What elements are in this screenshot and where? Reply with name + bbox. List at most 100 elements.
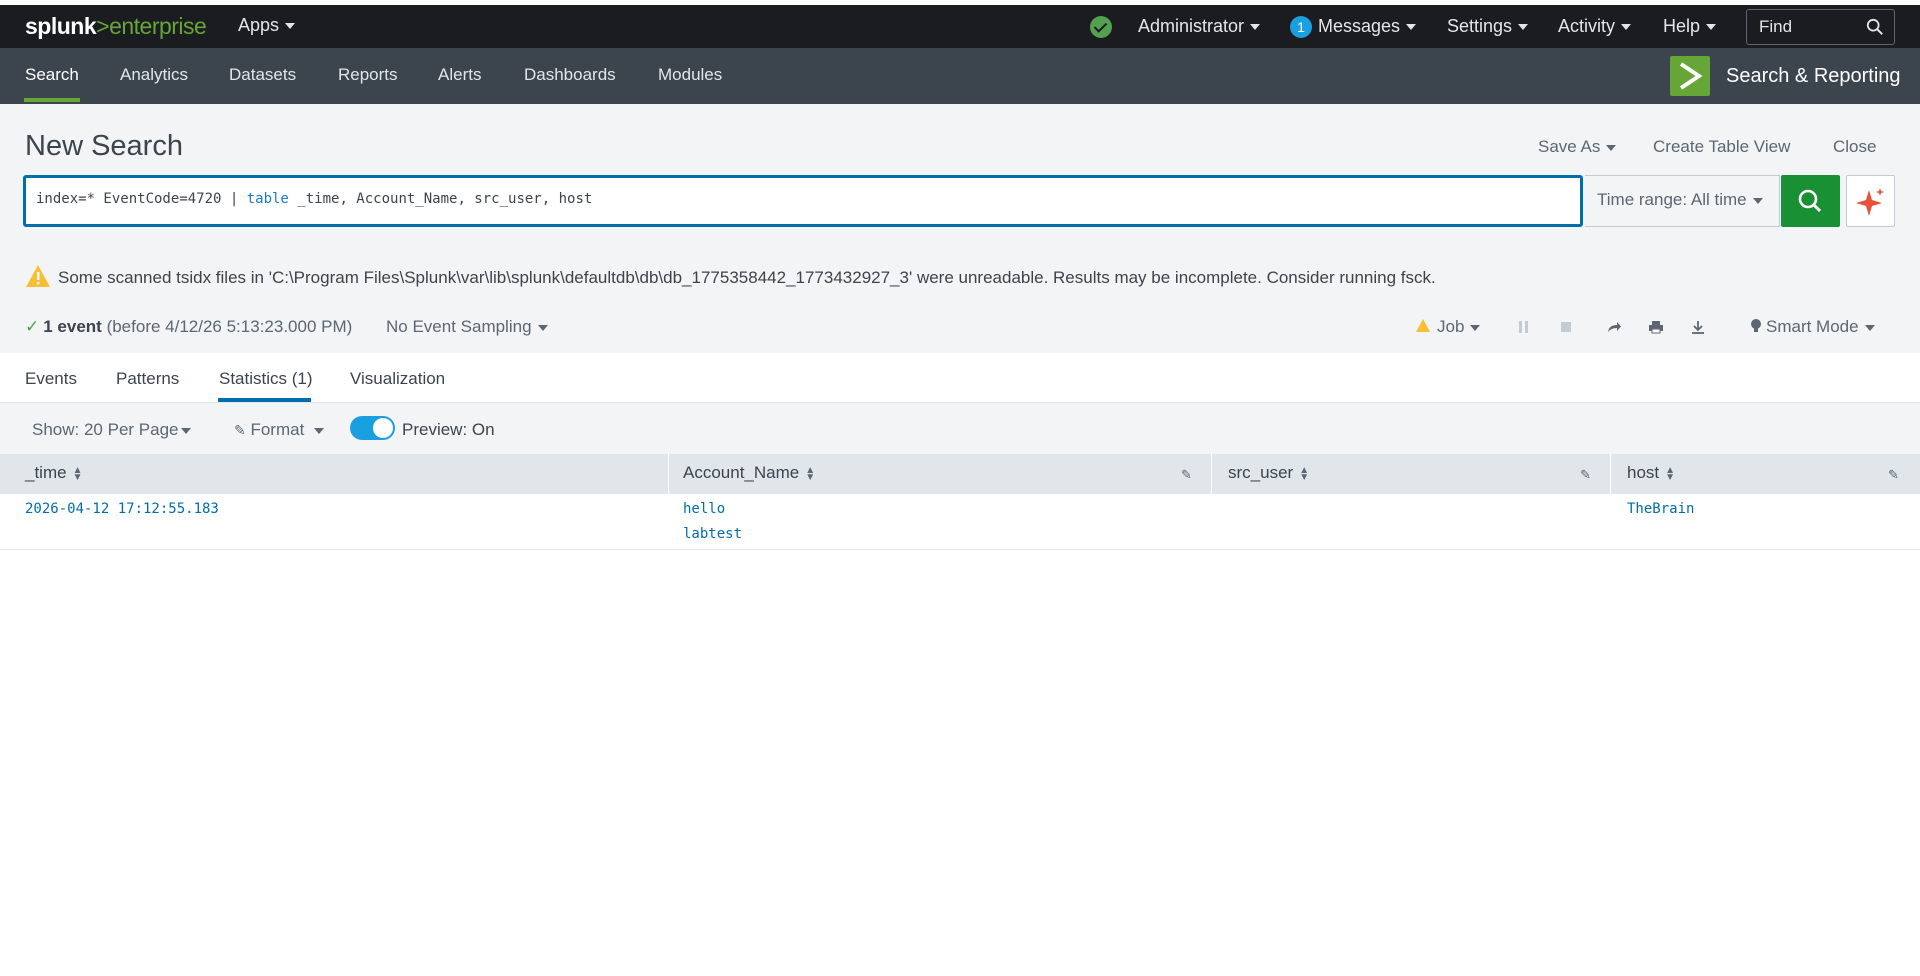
- tab-patterns[interactable]: Patterns: [116, 369, 179, 389]
- print-icon[interactable]: [1648, 320, 1664, 338]
- time-range-label: Time range: All time: [1597, 190, 1747, 209]
- edit-icon[interactable]: ✎: [1181, 467, 1192, 483]
- per-page-label: Show: 20 Per Page: [32, 420, 179, 439]
- sort-icon: ▲ ▼: [1665, 464, 1676, 483]
- results-toolbar: Show: 20 Per Page ✎ Format Preview: On: [0, 403, 1920, 453]
- logo-prefix: splunk: [25, 13, 97, 39]
- close-button[interactable]: Close: [1833, 137, 1876, 157]
- job-menu[interactable]: Job: [1415, 317, 1481, 337]
- tab-active-indicator: [218, 398, 311, 402]
- chevron-down-icon: [285, 23, 296, 30]
- chevron-down-icon: [537, 324, 548, 331]
- search-page: New Search Save As Create Table View Clo…: [0, 104, 1920, 914]
- apps-label: Apps: [238, 15, 280, 35]
- export-icon[interactable]: [1691, 320, 1705, 338]
- table-body: 2026-04-12 17:12:55.183 hello labtest Th…: [0, 494, 1920, 914]
- save-as-button[interactable]: Save As: [1538, 137, 1617, 157]
- top-bar: splunk>enterprise Apps Administrator 1 Me…: [0, 5, 1920, 48]
- nav-datasets[interactable]: Datasets: [229, 65, 296, 85]
- column-divider: [668, 454, 669, 494]
- chevron-down-icon: [1518, 23, 1529, 30]
- page-title: New Search: [25, 130, 183, 162]
- search-query-input[interactable]: index=* EventCode=4720 | table _time, Ac…: [23, 175, 1583, 227]
- column-divider: [1211, 454, 1212, 494]
- chevron-down-icon: [1250, 23, 1261, 30]
- messages-badge: 1: [1290, 15, 1312, 38]
- per-page-dropdown[interactable]: Show: 20 Per Page: [32, 420, 192, 440]
- page-footer-area: [0, 913, 1920, 976]
- search-button[interactable]: [1781, 175, 1840, 227]
- pause-icon[interactable]: [1518, 320, 1530, 338]
- column-divider: [1610, 454, 1611, 494]
- preview-toggle[interactable]: [350, 416, 395, 440]
- edit-icon[interactable]: ✎: [1580, 467, 1591, 483]
- stop-icon[interactable]: [1560, 320, 1572, 338]
- sparkle-icon: [1856, 188, 1884, 216]
- settings-menu[interactable]: Settings: [1447, 5, 1529, 48]
- logo-suffix: enterprise: [109, 13, 207, 39]
- time-range-picker[interactable]: Time range: All time: [1585, 175, 1780, 227]
- settings-label: Settings: [1447, 16, 1513, 36]
- account-value[interactable]: hello: [683, 497, 742, 522]
- cell-time[interactable]: 2026-04-12 17:12:55.183: [25, 497, 219, 522]
- column-label: Account_Name: [683, 463, 800, 482]
- column-header-account-name[interactable]: Account_Name ▲ ▼: [683, 454, 815, 494]
- event-count: 1 event: [43, 317, 102, 336]
- activity-menu[interactable]: Activity: [1558, 5, 1632, 48]
- nav-modules[interactable]: Modules: [658, 65, 722, 85]
- format-dropdown[interactable]: ✎ Format: [234, 420, 325, 440]
- sort-icon: ▲ ▼: [805, 464, 816, 483]
- warning-icon: [26, 265, 50, 287]
- brush-icon: ✎: [234, 422, 246, 438]
- search-icon: [1798, 189, 1822, 213]
- table-header: _time ▲ ▼ Account_Name ▲ ▼ ✎ src_user ▲ ▼ ✎ ho…: [0, 454, 1920, 494]
- query-text: index=* EventCode=4720 |: [36, 191, 247, 207]
- nav-reports[interactable]: Reports: [338, 65, 398, 85]
- column-header-host[interactable]: host ▲ ▼: [1627, 454, 1675, 494]
- event-sampling-dropdown[interactable]: No Event Sampling: [386, 317, 548, 337]
- search-icon[interactable]: [1866, 18, 1884, 36]
- ai-assistant-button[interactable]: [1846, 175, 1895, 227]
- job-status: ✓ 1 event (before 4/12/26 5:13:23.000 PM): [25, 317, 352, 337]
- logo-gt: >: [96, 13, 110, 39]
- tab-visualization[interactable]: Visualization: [350, 369, 445, 389]
- nav-search[interactable]: Search: [25, 65, 79, 85]
- warning-message: Some scanned tsidx files in 'C:\Program …: [58, 268, 1436, 287]
- column-label: _time: [25, 463, 67, 482]
- tab-events[interactable]: Events: [25, 369, 77, 389]
- find-input[interactable]: Find: [1746, 9, 1895, 45]
- account-value[interactable]: labtest: [683, 522, 742, 547]
- share-icon[interactable]: [1606, 320, 1622, 338]
- app-nav-bar: Search Analytics Datasets Reports Alerts…: [0, 48, 1920, 104]
- job-label: Job: [1437, 317, 1465, 336]
- chevron-down-icon: [314, 427, 325, 434]
- sort-icon: ▲ ▼: [72, 464, 83, 483]
- apps-menu[interactable]: Apps: [238, 15, 296, 36]
- column-label: src_user: [1228, 463, 1294, 482]
- query-keyword: table: [246, 191, 289, 207]
- app-title: Search & Reporting: [1726, 65, 1901, 87]
- search-mode-dropdown[interactable]: Smart Mode: [1750, 317, 1875, 337]
- create-table-view-button[interactable]: Create Table View: [1653, 137, 1790, 157]
- help-menu[interactable]: Help: [1663, 5, 1717, 48]
- table-row: 2026-04-12 17:12:55.183 hello labtest Th…: [0, 494, 1920, 550]
- nav-analytics[interactable]: Analytics: [120, 65, 188, 85]
- query-text-suffix: _time, Account_Name, src_user, host: [288, 191, 593, 207]
- chevron-down-icon: [1752, 197, 1763, 204]
- edit-icon[interactable]: ✎: [1888, 467, 1899, 483]
- messages-label: Messages: [1318, 16, 1401, 36]
- column-header-src-user[interactable]: src_user ▲ ▼: [1228, 454, 1309, 494]
- nav-dashboards[interactable]: Dashboards: [524, 65, 616, 85]
- cell-host[interactable]: TheBrain: [1627, 497, 1694, 522]
- administrator-menu[interactable]: Administrator: [1138, 5, 1261, 48]
- nav-alerts[interactable]: Alerts: [438, 65, 481, 85]
- column-header-time[interactable]: _time ▲ ▼: [25, 454, 82, 494]
- health-status-icon[interactable]: [1090, 16, 1112, 38]
- chevron-down-icon: [181, 427, 192, 434]
- messages-menu[interactable]: 1 Messages: [1290, 5, 1417, 48]
- column-label: host: [1627, 463, 1660, 482]
- help-label: Help: [1663, 16, 1701, 36]
- tab-statistics[interactable]: Statistics (1): [219, 369, 313, 389]
- splunk-logo[interactable]: splunk>enterprise: [25, 13, 207, 40]
- chevron-down-icon: [1621, 23, 1632, 30]
